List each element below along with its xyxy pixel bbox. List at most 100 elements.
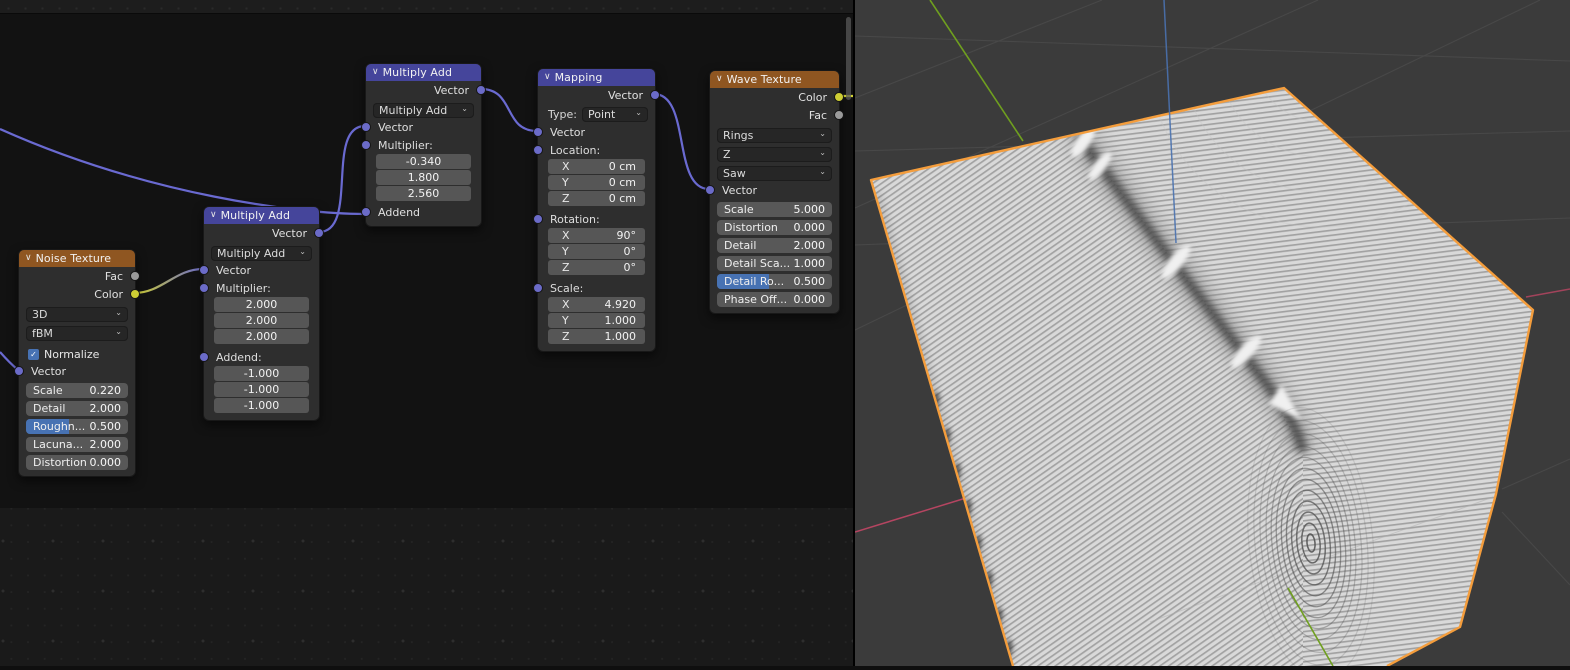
location-x-field[interactable]: X0 cm [548, 159, 645, 174]
detail-roughness-slider[interactable]: Detail Ro... 0.500 [717, 274, 832, 289]
output-fac: Fac [19, 267, 135, 285]
collapse-chevron-icon[interactable] [544, 73, 551, 82]
scale-z-field[interactable]: Z1.000 [548, 329, 645, 344]
collapse-chevron-icon[interactable] [25, 254, 32, 263]
scale-slider[interactable]: Scale 0.220 [26, 383, 128, 398]
collapse-chevron-icon[interactable] [372, 68, 379, 77]
noise-type-dropdown[interactable]: fBM [26, 326, 128, 341]
addend-y-field[interactable]: -1.000 [214, 382, 309, 397]
addend-label: Addend: [204, 348, 319, 366]
node-title: Multiply Add [221, 209, 290, 222]
node-header[interactable]: Mapping [538, 69, 655, 86]
checkbox-checked-icon[interactable] [28, 349, 39, 360]
multiplier-y-field[interactable]: 2.000 [214, 313, 309, 328]
detail-slider[interactable]: Detail 2.000 [717, 238, 832, 253]
operation-dropdown[interactable]: Multiply Add [211, 246, 312, 261]
socket-addend-input[interactable] [361, 207, 371, 217]
dimensions-dropdown[interactable]: 3D [26, 307, 128, 322]
distortion-slider[interactable]: Distortion 0.000 [717, 220, 832, 235]
wire-multiplyadd1-to-multiplyadd2 [319, 126, 365, 232]
lacunarity-slider[interactable]: Lacuna... 2.000 [26, 437, 128, 452]
socket-vector-input[interactable] [14, 366, 24, 376]
type-row: Type: Point [538, 106, 655, 123]
socket-vector-output[interactable] [476, 85, 486, 95]
output-vector: Vector [204, 224, 319, 242]
node-header[interactable]: Wave Texture [710, 71, 839, 88]
chevron-down-icon [819, 169, 826, 178]
socket-fac-output[interactable] [130, 271, 140, 281]
mapping-type-dropdown[interactable]: Point [582, 107, 648, 122]
input-vector: Vector [204, 261, 319, 279]
node-multiply-add-2[interactable]: Multiply Add Vector Multiply Add Vector … [365, 63, 482, 227]
socket-color-output[interactable] [834, 92, 844, 102]
socket-vector-input[interactable] [705, 185, 715, 195]
multiplier-y-field[interactable]: 1.800 [376, 170, 471, 185]
node-noise-texture[interactable]: Noise Texture Fac Color 3D fBM Normalize… [18, 249, 136, 477]
socket-vector-output[interactable] [650, 90, 660, 100]
rings-direction-dropdown[interactable]: Z [717, 147, 832, 162]
rotation-z-field[interactable]: Z0° [548, 260, 645, 275]
distortion-slider[interactable]: Distortion 0.000 [26, 455, 128, 470]
wire-mapping-to-wave [654, 94, 709, 189]
scale-x-field[interactable]: X4.920 [548, 297, 645, 312]
socket-scale-input[interactable] [533, 283, 543, 293]
socket-vector-input[interactable] [533, 127, 543, 137]
multiplier-z-field[interactable]: 2.000 [214, 329, 309, 344]
node-header[interactable]: Multiply Add [204, 207, 319, 224]
multiplier-label: Multiplier: [204, 279, 319, 297]
wave-type-dropdown[interactable]: Rings [717, 128, 832, 143]
phase-offset-slider[interactable]: Phase Off... 0.000 [717, 292, 832, 307]
multiplier-label: Multiplier: [366, 136, 481, 154]
input-vector: Vector [19, 362, 135, 380]
socket-location-input[interactable] [533, 145, 543, 155]
multiplier-x-field[interactable]: -0.340 [376, 154, 471, 169]
output-vector: Vector [366, 81, 481, 99]
socket-vector-output[interactable] [314, 228, 324, 238]
socket-multiplier-input[interactable] [199, 283, 209, 293]
node-wave-texture[interactable]: Wave Texture Color Fac Rings Z Saw Vecto… [709, 70, 840, 314]
socket-addend-input[interactable] [199, 352, 209, 362]
node-header[interactable]: Multiply Add [366, 64, 481, 81]
collapse-chevron-icon[interactable] [210, 211, 217, 220]
collapse-chevron-icon[interactable] [716, 75, 723, 84]
addend-x-field[interactable]: -1.000 [214, 366, 309, 381]
chevron-down-icon [115, 329, 122, 338]
location-z-field[interactable]: Z0 cm [548, 191, 645, 206]
socket-color-output[interactable] [130, 289, 140, 299]
output-color: Color [19, 285, 135, 303]
rotation-x-field[interactable]: X90° [548, 228, 645, 243]
node-title: Multiply Add [383, 66, 452, 79]
socket-multiplier-input[interactable] [361, 140, 371, 150]
socket-vector-input[interactable] [361, 122, 371, 132]
wave-profile-dropdown[interactable]: Saw [717, 166, 832, 181]
node-mapping[interactable]: Mapping Vector Type: Point Vector Locati… [537, 68, 656, 352]
vertical-scrollbar[interactable] [846, 17, 851, 100]
chevron-down-icon [461, 106, 468, 115]
viewport-3d[interactable] [855, 0, 1570, 666]
location-y-field[interactable]: Y0 cm [548, 175, 645, 190]
multiplier-x-field[interactable]: 2.000 [214, 297, 309, 312]
shader-node-editor[interactable]: Noise Texture Fac Color 3D fBM Normalize… [0, 0, 854, 666]
roughness-slider[interactable]: Roughn... 0.500 [26, 419, 128, 434]
node-title: Wave Texture [727, 73, 802, 86]
wire-noise-color-to-multiplyadd1 [134, 269, 203, 293]
node-header[interactable]: Noise Texture [19, 250, 135, 267]
socket-vector-input[interactable] [199, 265, 209, 275]
wire-offscreen-to-addend [0, 129, 365, 214]
input-vector: Vector [366, 118, 481, 136]
editor-divider[interactable] [853, 0, 855, 666]
addend-z-field[interactable]: -1.000 [214, 398, 309, 413]
multiplier-z-field[interactable]: 2.560 [376, 186, 471, 201]
viewport-canvas [855, 0, 1570, 666]
scale-y-field[interactable]: Y1.000 [548, 313, 645, 328]
socket-rotation-input[interactable] [533, 214, 543, 224]
scale-slider[interactable]: Scale 5.000 [717, 202, 832, 217]
normalize-checkbox-row[interactable]: Normalize [28, 346, 128, 362]
node-multiply-add-1[interactable]: Multiply Add Vector Multiply Add Vector … [203, 206, 320, 421]
detail-scale-slider[interactable]: Detail Sca... 1.000 [717, 256, 832, 271]
rotation-y-field[interactable]: Y0° [548, 244, 645, 259]
node-title: Noise Texture [36, 252, 112, 265]
operation-dropdown[interactable]: Multiply Add [373, 103, 474, 118]
socket-fac-output[interactable] [834, 110, 844, 120]
detail-slider[interactable]: Detail 2.000 [26, 401, 128, 416]
